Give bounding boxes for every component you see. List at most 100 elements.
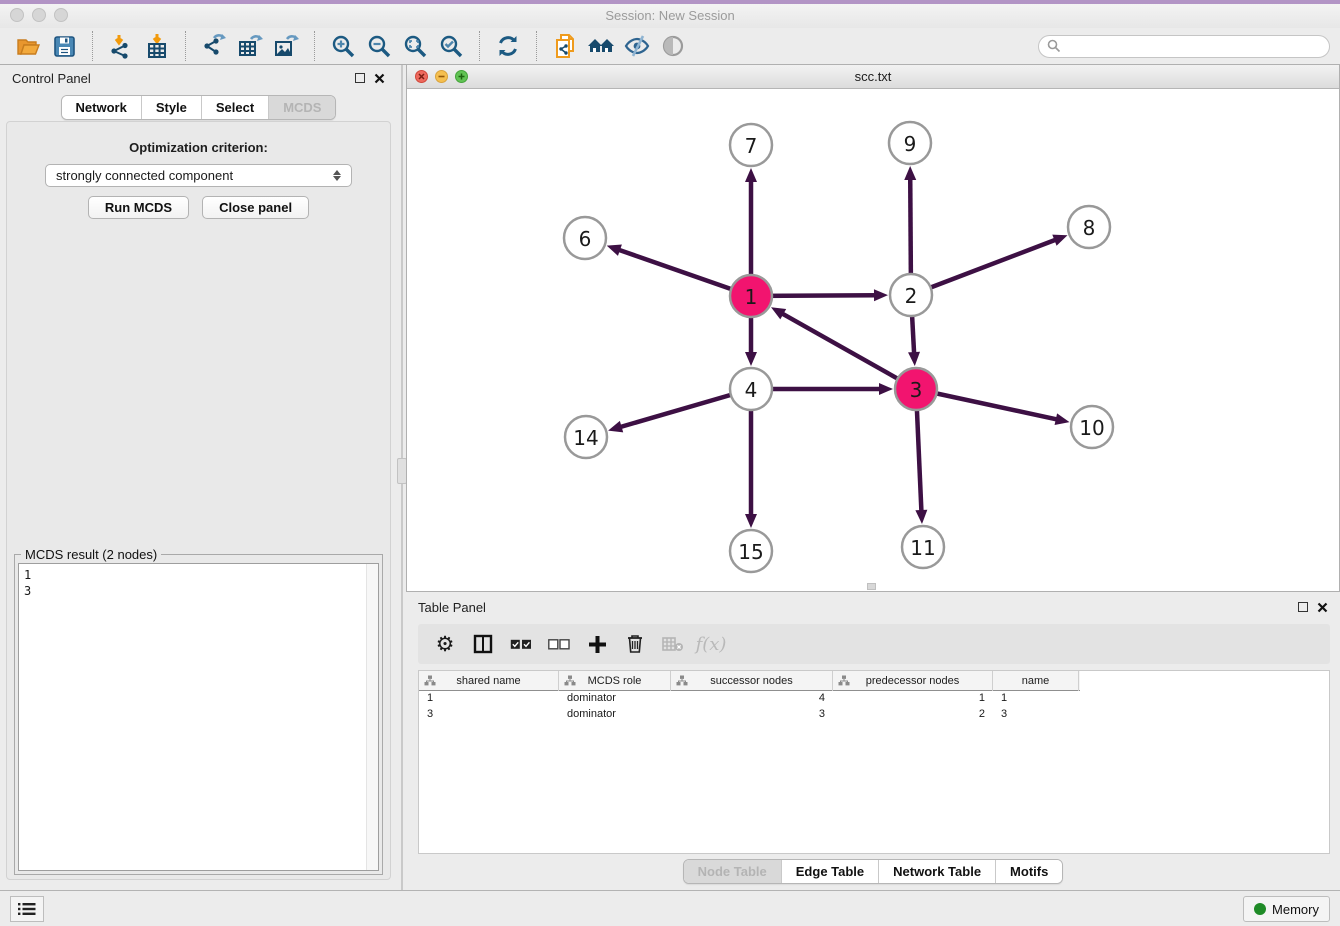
tab-motifs[interactable]: Motifs xyxy=(996,860,1062,883)
add-column-icon[interactable] xyxy=(580,628,614,660)
result-line: 3 xyxy=(24,583,373,599)
search-field[interactable] xyxy=(1038,35,1330,58)
table-cell[interactable]: dominator xyxy=(559,707,671,723)
table-cell[interactable]: 2 xyxy=(833,707,993,723)
arrowhead-1-7 xyxy=(745,168,757,182)
node-label-4: 4 xyxy=(745,378,758,402)
export-network-icon[interactable] xyxy=(196,30,232,62)
table-row[interactable]: 3dominator323 xyxy=(419,707,1329,723)
hide-panel-eye-icon[interactable] xyxy=(619,30,655,62)
tab-mcds[interactable]: MCDS xyxy=(269,96,335,119)
column-header-successor-nodes[interactable]: successor nodes xyxy=(671,671,833,691)
node-label-11: 11 xyxy=(910,536,935,560)
run-mcds-button[interactable]: Run MCDS xyxy=(88,196,189,219)
deselect-all-columns-icon[interactable] xyxy=(542,628,576,660)
node-label-14: 14 xyxy=(573,426,598,450)
duplicate-network-icon[interactable] xyxy=(547,30,583,62)
toolbar-separator xyxy=(479,31,480,61)
table-cell[interactable]: 4 xyxy=(671,691,833,707)
table-cell[interactable]: 3 xyxy=(419,707,559,723)
table-settings-gear-icon[interactable]: ⚙ xyxy=(428,628,462,660)
optimization-criterion-label: Optimization criterion: xyxy=(7,140,390,155)
select-all-columns-icon[interactable] xyxy=(504,628,538,660)
control-panel-tabbar: Network Style Select MCDS xyxy=(61,95,337,120)
result-scrollbar[interactable] xyxy=(366,564,378,870)
mcds-result-title: MCDS result (2 nodes) xyxy=(21,547,161,562)
import-table-icon[interactable] xyxy=(139,30,175,62)
table-cell[interactable]: dominator xyxy=(559,691,671,707)
node-label-9: 9 xyxy=(904,132,917,156)
toggle-column-view-icon[interactable] xyxy=(466,628,500,660)
table-cell[interactable]: 1 xyxy=(993,691,1079,707)
tab-edge-table[interactable]: Edge Table xyxy=(782,860,879,883)
network-resize-grip[interactable] xyxy=(867,583,876,590)
tab-node-table[interactable]: Node Table xyxy=(684,860,782,883)
table-cell[interactable]: 1 xyxy=(833,691,993,707)
control-panel: Control Panel Network Style Select MCDS … xyxy=(0,65,397,888)
show-graphics-details-eye-icon[interactable] xyxy=(655,30,691,62)
table-toolbar: ⚙ f(x) xyxy=(418,624,1330,664)
open-session-icon[interactable] xyxy=(10,30,46,62)
tab-network[interactable]: Network xyxy=(62,96,142,119)
edge-2-8[interactable] xyxy=(911,239,1057,295)
mcds-result-group: MCDS result (2 nodes) 1 3 xyxy=(14,554,383,875)
network-window-title: scc.txt xyxy=(407,69,1339,84)
zoom-selected-icon[interactable] xyxy=(433,30,469,62)
import-network-icon[interactable] xyxy=(103,30,139,62)
table-row[interactable]: 1dominator411 xyxy=(419,691,1329,707)
column-header-name[interactable]: name xyxy=(993,671,1079,691)
apply-layout-icon[interactable] xyxy=(490,30,526,62)
arrowhead-2-9 xyxy=(904,166,916,180)
arrowhead-2-8 xyxy=(1052,235,1067,246)
node-label-8: 8 xyxy=(1083,216,1096,240)
close-panel-icon[interactable] xyxy=(374,73,385,84)
app-titlebar: Session: New Session xyxy=(0,4,1340,28)
export-table-icon[interactable] xyxy=(232,30,268,62)
float-panel-icon[interactable] xyxy=(355,73,365,83)
memory-status-dot xyxy=(1254,903,1266,915)
node-label-6: 6 xyxy=(579,227,592,251)
column-header-predecessor-nodes[interactable]: predecessor nodes xyxy=(833,671,993,691)
search-icon xyxy=(1047,39,1061,53)
network-window-titlebar: scc.txt xyxy=(407,65,1339,89)
export-image-icon[interactable] xyxy=(268,30,304,62)
network-canvas[interactable]: 7968124314101511 xyxy=(407,89,1339,591)
criterion-dropdown[interactable]: strongly connected component xyxy=(45,164,352,187)
table-cell[interactable]: 1 xyxy=(419,691,559,707)
mcds-result-textarea[interactable]: 1 3 xyxy=(18,563,379,871)
arrowhead-3-10 xyxy=(1055,413,1070,425)
edge-3-1[interactable] xyxy=(781,313,916,389)
save-session-icon[interactable] xyxy=(46,30,82,62)
column-header-shared-name[interactable]: shared name xyxy=(419,671,559,691)
memory-label: Memory xyxy=(1272,902,1319,917)
node-label-10: 10 xyxy=(1079,416,1104,440)
node-label-1: 1 xyxy=(745,285,758,309)
tab-network-table[interactable]: Network Table xyxy=(879,860,996,883)
zoom-out-icon[interactable] xyxy=(361,30,397,62)
arrowhead-1-6 xyxy=(607,245,622,256)
close-panel-button[interactable]: Close panel xyxy=(202,196,309,219)
table-cell[interactable]: 3 xyxy=(671,707,833,723)
float-table-panel-icon[interactable] xyxy=(1298,602,1308,612)
table-cell[interactable]: 3 xyxy=(993,707,1079,723)
tab-select[interactable]: Select xyxy=(202,96,269,119)
home-icon[interactable] xyxy=(583,30,619,62)
delete-column-trash-icon[interactable] xyxy=(618,628,652,660)
column-type-icon xyxy=(424,675,436,686)
arrowhead-3-11 xyxy=(915,510,927,524)
task-history-button[interactable] xyxy=(10,896,44,922)
arrowhead-2-3 xyxy=(908,352,920,366)
zoom-in-icon[interactable] xyxy=(325,30,361,62)
app-title: Session: New Session xyxy=(0,8,1340,23)
list-icon xyxy=(18,902,36,916)
node-table[interactable]: shared nameMCDS rolesuccessor nodesprede… xyxy=(418,670,1330,854)
memory-button[interactable]: Memory xyxy=(1243,896,1330,922)
column-header-MCDS-role[interactable]: MCDS role xyxy=(559,671,671,691)
tab-style[interactable]: Style xyxy=(142,96,202,119)
search-input[interactable] xyxy=(1061,39,1321,53)
arrowhead-1-2 xyxy=(874,289,888,301)
function-builder-icon-disabled: f(x) xyxy=(694,628,728,660)
close-table-panel-icon[interactable] xyxy=(1317,602,1328,613)
column-type-icon xyxy=(838,675,850,686)
zoom-fit-icon[interactable] xyxy=(397,30,433,62)
